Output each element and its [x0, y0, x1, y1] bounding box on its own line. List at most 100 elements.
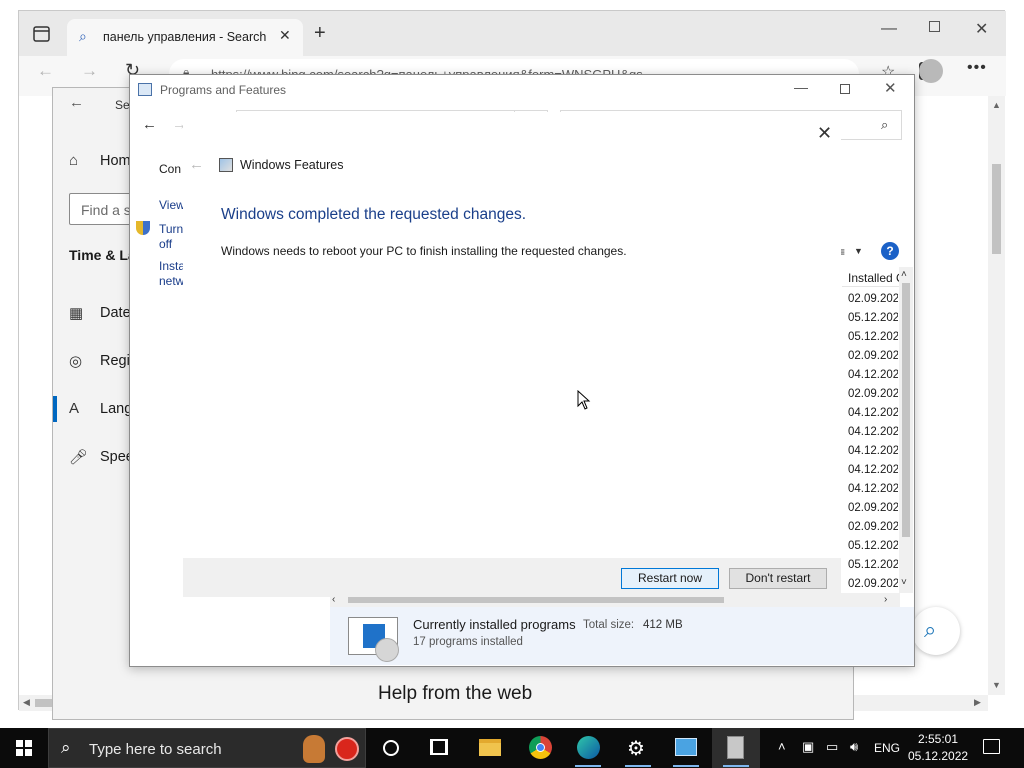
disc-icon	[375, 638, 399, 662]
installed-date-cell: 04.12.2022	[848, 426, 898, 438]
completion-heading: Windows completed the requested changes.	[221, 206, 527, 223]
windows-logo-icon	[16, 740, 32, 756]
bing-search-button[interactable]: ⌕	[912, 607, 960, 655]
start-button[interactable]	[0, 728, 48, 768]
forward-arrow-icon[interactable]: →	[81, 61, 98, 81]
home-icon: ⌂	[69, 152, 79, 169]
help-icon[interactable]: ?	[881, 242, 899, 260]
installed-dates-list: 02.09.2022 05.12.2022 05.12.2022 02.09.2022…	[842, 289, 898, 591]
dialog-footer: Restart now Don't restart	[183, 558, 841, 597]
settings-app-button[interactable]: ⚙	[614, 728, 662, 768]
nav-label: Hom	[100, 153, 131, 169]
tab-actions-icon[interactable]	[31, 23, 53, 45]
dont-restart-button[interactable]: Don't restart	[729, 568, 827, 589]
details-pane: Currently installed programs Total size:…	[330, 607, 914, 665]
globe-icon: ◎	[69, 353, 83, 370]
display-icon[interactable]: ▭	[826, 739, 838, 755]
chrome-icon	[529, 736, 552, 759]
search-icon: ⌕	[79, 28, 87, 44]
minimize-icon[interactable]: —	[881, 20, 897, 38]
edge-icon	[577, 736, 600, 759]
control-panel-button[interactable]	[662, 728, 710, 768]
installed-date-cell: 02.09.2022	[848, 293, 898, 305]
taskbar: ⌕ Type here to search ⚙ ˄ ▣ ▭ 🔊︎ ENG 2:5…	[0, 728, 1024, 768]
back-arrow-icon[interactable]: ←	[37, 61, 54, 81]
installed-date-cell: 04.12.2022	[848, 407, 898, 419]
maximize-icon[interactable]	[840, 84, 850, 94]
vertical-scrollbar[interactable]: ˄ ˅	[899, 267, 913, 593]
scroll-right-icon[interactable]: ›	[884, 594, 887, 605]
ornament-icon	[335, 737, 359, 761]
installed-programs-icon	[348, 617, 399, 662]
scroll-right-icon[interactable]: ▶	[974, 697, 981, 708]
column-header-label: Installed On	[848, 271, 902, 285]
close-tab-icon[interactable]: ✕	[279, 27, 291, 44]
language-indicator[interactable]: ENG	[874, 741, 900, 755]
scroll-down-icon[interactable]: ▼	[992, 680, 1001, 690]
control-panel-icon	[675, 738, 697, 756]
file-explorer-button[interactable]	[466, 728, 514, 768]
turn-features-link[interactable]: Turn off	[159, 222, 183, 252]
show-hidden-icons-chevron[interactable]: ˄	[778, 739, 786, 754]
clock-time[interactable]: 2:55:01	[908, 732, 968, 746]
programs-features-icon	[138, 83, 152, 96]
search-icon: ⌕	[61, 738, 71, 757]
gingerbread-icon	[303, 735, 325, 763]
back-arrow-icon[interactable]: ←	[142, 116, 157, 133]
column-header-installed-on[interactable]: Installed On	[842, 267, 902, 287]
scroll-up-icon[interactable]: ˄	[901, 269, 907, 280]
scroll-thumb[interactable]	[992, 164, 1001, 254]
chrome-button[interactable]	[516, 728, 564, 768]
running-indicator	[625, 765, 651, 767]
network-icon[interactable]: ▣	[802, 739, 814, 755]
programs-features-icon	[727, 736, 744, 759]
task-view-icon	[430, 739, 448, 755]
view-updates-link[interactable]: View	[159, 198, 183, 212]
volume-icon[interactable]: 🔊︎	[850, 739, 858, 755]
windows-features-icon	[219, 158, 233, 172]
new-tab-button[interactable]: +	[314, 22, 326, 45]
installed-date-cell: 05.12.2022	[848, 312, 898, 324]
task-view-button[interactable]	[416, 728, 464, 768]
search-icon: ⌕	[881, 117, 889, 132]
nav-label: Date	[100, 305, 131, 321]
installed-date-cell: 04.12.2022	[848, 483, 898, 495]
tab-title: панель управления - Search	[103, 30, 267, 44]
browser-tab[interactable]: ⌕ панель управления - Search ✕	[67, 19, 303, 56]
running-indicator	[575, 765, 601, 767]
taskbar-search-box[interactable]: ⌕ Type here to search	[48, 728, 366, 768]
window-titlebar: Programs and Features — ✕	[130, 75, 914, 105]
programs-features-taskbar-button[interactable]	[712, 728, 760, 768]
edge-button[interactable]	[564, 728, 612, 768]
gear-icon: ⚙	[627, 738, 645, 760]
install-network-link[interactable]: Insta netw	[159, 259, 183, 289]
nav-label: Regi	[100, 353, 130, 369]
scroll-down-icon[interactable]: ˅	[901, 577, 907, 588]
scroll-thumb[interactable]	[348, 597, 724, 603]
notification-icon[interactable]	[983, 739, 1000, 754]
scroll-left-icon[interactable]: ◀	[23, 697, 30, 708]
calendar-clock-icon: ▦	[69, 305, 84, 322]
scroll-thumb[interactable]	[902, 283, 910, 537]
back-arrow-icon[interactable]: ←	[189, 156, 204, 173]
close-icon[interactable]: ✕	[884, 79, 897, 97]
installed-date-cell: 02.09.2022	[848, 350, 898, 362]
close-window-icon[interactable]: ✕	[975, 19, 988, 39]
scroll-thumb[interactable]	[35, 699, 53, 707]
cortana-button[interactable]	[368, 728, 416, 768]
more-menu-icon[interactable]: •••	[967, 59, 987, 77]
restart-now-button[interactable]: Restart now	[621, 568, 719, 589]
clock-date[interactable]: 05.12.2022	[908, 749, 968, 763]
installed-date-cell: 04.12.2022	[848, 464, 898, 476]
windows-features-dialog: ← Windows Features ✕ Windows completed t…	[183, 112, 841, 597]
vertical-scrollbar[interactable]: ▲ ▼	[988, 96, 1005, 695]
minimize-icon[interactable]: —	[794, 79, 808, 95]
chevron-down-icon[interactable]: ▼	[854, 246, 863, 256]
profile-avatar[interactable]	[919, 59, 943, 83]
back-arrow-icon[interactable]: ←	[69, 94, 84, 111]
close-icon[interactable]: ✕	[817, 123, 832, 144]
maximize-icon[interactable]	[929, 21, 940, 32]
scroll-up-icon[interactable]: ▲	[992, 100, 1001, 110]
installed-date-cell: 02.09.2022	[848, 578, 898, 590]
dialog-title: Windows Features	[240, 158, 344, 172]
